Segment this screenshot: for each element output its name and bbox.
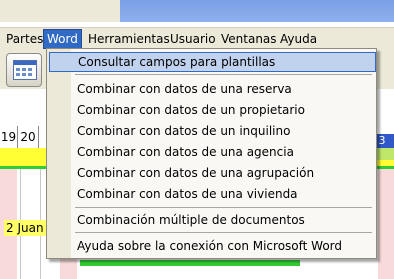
day-header: 19 — [0, 126, 18, 148]
calendar-button[interactable] — [6, 53, 42, 87]
booking-entry[interactable]: 2 Juan — [4, 220, 46, 236]
availability-line — [80, 260, 300, 266]
menu-separator — [75, 232, 372, 233]
menu-separator — [75, 207, 372, 208]
menu-ventanas[interactable]: Ventanas — [218, 30, 280, 48]
menu-item-consultar-campos[interactable]: Consultar campos para plantillas — [49, 52, 376, 72]
menu-partes[interactable]: Partes — [3, 30, 46, 48]
menu-herramientas[interactable]: Herramientas — [85, 30, 173, 48]
title-bar-gradient — [120, 0, 394, 22]
day-header: 20 — [18, 126, 39, 148]
menu-item-combinar-reserva[interactable]: Combinar con datos de una reserva — [49, 79, 374, 99]
menu-item-combinar-vivienda[interactable]: Combinar con datos de una vivienda — [49, 184, 374, 204]
menubar: Partes Word Herramientas Usuario Ventana… — [0, 27, 394, 50]
menu-separator — [75, 74, 372, 75]
menu-item-combinar-agrupacion[interactable]: Combinar con datos de una agrupación — [49, 163, 374, 183]
word-dropdown-menu: Consultar campos para plantillas Combina… — [46, 48, 377, 259]
weekend-column — [378, 169, 394, 279]
menu-item-combinar-propietario[interactable]: Combinar con datos de un propietario — [49, 100, 374, 120]
title-strip — [0, 0, 394, 22]
menu-item-combinar-inquilino[interactable]: Combinar con datos de un inquilino — [49, 121, 374, 141]
menu-usuario[interactable]: Usuario — [167, 30, 219, 48]
menu-ayuda[interactable]: Ayuda — [277, 30, 320, 48]
menu-item-combinar-agencia[interactable]: Combinar con datos de una agencia — [49, 142, 374, 162]
menu-word[interactable]: Word — [43, 29, 82, 49]
menu-item-combinacion-multiple[interactable]: Combinación múltiple de documentos — [49, 210, 374, 230]
calendar-icon — [13, 60, 37, 80]
menu-item-ayuda-conexion-word[interactable]: Ayuda sobre la conexión con Microsoft Wo… — [49, 236, 374, 256]
